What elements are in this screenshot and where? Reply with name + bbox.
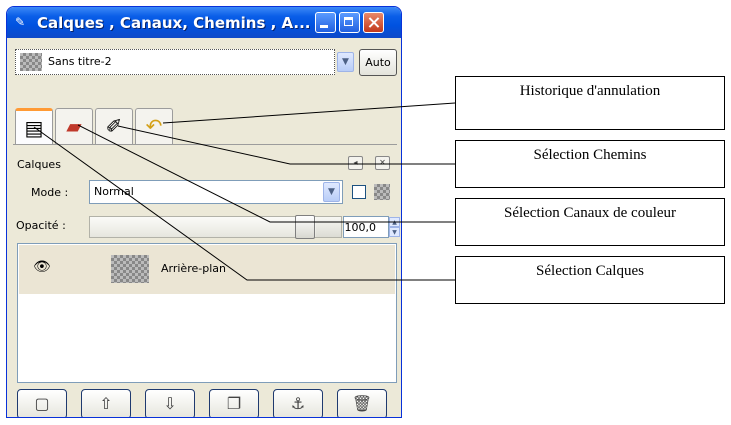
new-layer-button[interactable]: ▢ [17,389,67,417]
title-bar[interactable]: ✎ Calques , Canaux, Chemins , A... [7,7,401,38]
lower-layer-icon: ⇩ [163,394,177,413]
mode-label: Mode : [31,186,69,199]
image-selector-arrow-icon[interactable]: ▼ [337,52,354,72]
maximize-button[interactable] [339,12,360,33]
paths-tab-icon: ✐ [105,114,123,138]
image-thumbnail [20,53,42,71]
layers-list: 👁 Arrière-plan [17,243,397,383]
panel-title: Calques [17,158,61,171]
mode-value: Normal [94,185,134,198]
spin-up-icon[interactable]: ▲ [389,217,400,227]
delete-layer-icon: 🗑 [351,394,373,413]
raise-layer-icon: ⇧ [99,394,113,413]
new-layer-icon: ▢ [34,394,50,413]
anchor-layer-button[interactable]: ⚓ [273,389,323,417]
image-name: Sans titre-2 [48,55,112,68]
tab-layers[interactable]: ▤ [15,108,53,145]
minimize-button[interactable] [315,12,336,33]
mode-select[interactable]: Normal [89,180,343,204]
dock-close-icon[interactable]: ✕ [375,156,390,170]
lower-layer-button[interactable]: ⇩ [145,389,195,417]
undo-history-tab-icon: ↶ [145,114,163,138]
annotation-channels: Sélection Canaux de couleur [455,198,725,246]
duplicate-layer-button[interactable]: ❐ [209,389,259,417]
annotation-paths: Sélection Chemins [455,140,725,188]
opacity-value[interactable]: 100,0 [343,216,389,238]
duplicate-layer-icon: ❐ [226,394,242,413]
image-selector[interactable]: Sans titre-2 [15,49,335,75]
tab-undo-history[interactable]: ↶ [135,108,173,144]
lock-alpha-checkbox[interactable] [352,185,366,199]
opacity-slider-handle[interactable] [295,215,315,239]
auto-button[interactable]: Auto [359,49,397,76]
opacity-slider-fill [90,217,316,237]
anchor-layer-icon: ⚓ [290,394,306,413]
layer-thumbnail [111,255,149,283]
eye-icon[interactable]: 👁 [33,259,51,275]
lock-alpha-icon [374,184,390,200]
mode-arrow-icon[interactable]: ▼ [323,182,340,202]
window-title: Calques , Canaux, Chemins , A... [37,14,311,32]
tabs-divider [13,144,397,145]
channels-tab-icon: ▰ [66,114,82,138]
annotation-undo-history: Historique d'annulation [455,76,725,130]
opacity-label: Opacité : [16,219,66,232]
annotation-layers: Sélection Calques [455,256,725,304]
raise-layer-button[interactable]: ⇧ [81,389,131,417]
gimp-app-icon: ✎ [15,15,26,29]
tab-channels[interactable]: ▰ [55,108,93,144]
close-button[interactable] [363,12,384,33]
list-item[interactable]: 👁 Arrière-plan [19,245,395,294]
delete-layer-button[interactable]: 🗑 [337,389,387,417]
spin-down-icon[interactable]: ▼ [389,227,400,237]
tab-paths[interactable]: ✐ [95,108,133,144]
layer-name: Arrière-plan [161,262,226,275]
layers-tab-icon: ▤ [24,116,44,140]
dock-menu-icon[interactable]: ◂ [348,156,363,170]
layers-dock-window: ✎ Calques , Canaux, Chemins , A... Sans … [6,6,402,418]
